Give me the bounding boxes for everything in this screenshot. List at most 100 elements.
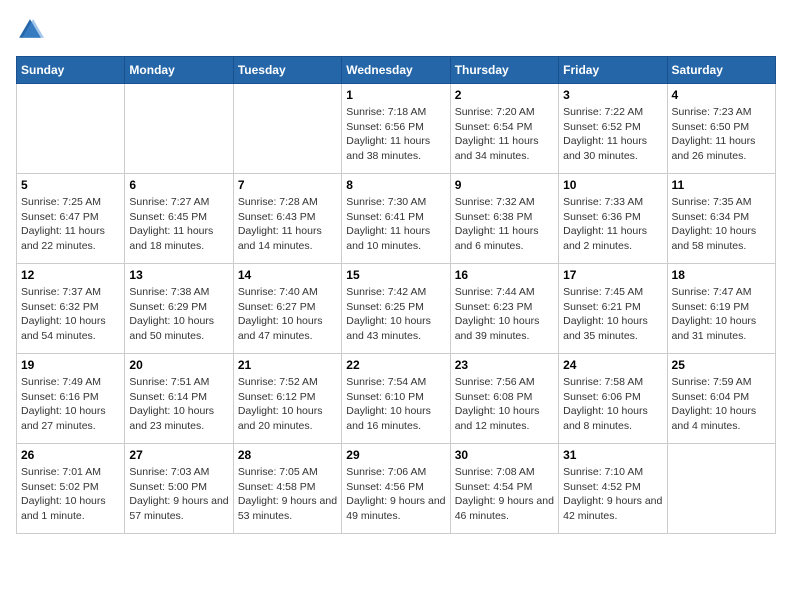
day-content: Sunrise: 7:51 AM Sunset: 6:14 PM Dayligh… [129,375,228,434]
day-number: 1 [346,88,445,102]
calendar-cell: 11 Sunrise: 7:35 AM Sunset: 6:34 PM Dayli… [667,174,775,264]
day-number: 8 [346,178,445,192]
day-content: Sunrise: 7:44 AM Sunset: 6:23 PM Dayligh… [455,285,554,344]
calendar-cell [667,444,775,534]
calendar-cell: 26 Sunrise: 7:01 AM Sunset: 5:02 PM Dayli… [17,444,125,534]
calendar-cell: 4 Sunrise: 7:23 AM Sunset: 6:50 PM Daylig… [667,84,775,174]
day-number: 29 [346,448,445,462]
calendar-cell [17,84,125,174]
day-content: Sunrise: 7:45 AM Sunset: 6:21 PM Dayligh… [563,285,662,344]
calendar-cell: 20Sunrise: 7:51 AM Sunset: 6:14 PM Dayli… [125,354,233,444]
day-content: Sunrise: 7:56 AM Sunset: 6:08 PM Dayligh… [455,375,554,434]
day-content: Sunrise: 7:30 AM Sunset: 6:41 PM Dayligh… [346,195,445,254]
calendar-cell: 31 Sunrise: 7:10 AM Sunset: 4:52 PM Dayli… [559,444,667,534]
calendar-cell: 27 Sunrise: 7:03 AM Sunset: 5:00 PM Dayli… [125,444,233,534]
day-content: Sunrise: 7:35 AM Sunset: 6:34 PM Dayligh… [672,195,771,254]
week-row-5: 26 Sunrise: 7:01 AM Sunset: 5:02 PM Dayli… [17,444,776,534]
day-number: 23 [455,358,554,372]
calendar-cell: 1 Sunrise: 7:18 AM Sunset: 6:56 PM Daylig… [342,84,450,174]
calendar-cell [125,84,233,174]
week-row-1: 1 Sunrise: 7:18 AM Sunset: 6:56 PM Daylig… [17,84,776,174]
header-day-saturday: Saturday [667,57,775,84]
day-content: Sunrise: 7:38 AM Sunset: 6:29 PM Dayligh… [129,285,228,344]
calendar-cell: 25 Sunrise: 7:59 AM Sunset: 6:04 PM Dayli… [667,354,775,444]
header-day-monday: Monday [125,57,233,84]
day-content: Sunrise: 7:52 AM Sunset: 6:12 PM Dayligh… [238,375,337,434]
day-content: Sunrise: 7:33 AM Sunset: 6:36 PM Dayligh… [563,195,662,254]
calendar-cell: 18 Sunrise: 7:47 AM Sunset: 6:19 PM Dayli… [667,264,775,354]
day-content: Sunrise: 7:28 AM Sunset: 6:43 PM Dayligh… [238,195,337,254]
calendar-cell: 23 Sunrise: 7:56 AM Sunset: 6:08 PM Dayli… [450,354,558,444]
day-content: Sunrise: 7:20 AM Sunset: 6:54 PM Dayligh… [455,105,554,164]
day-content: Sunrise: 7:47 AM Sunset: 6:19 PM Dayligh… [672,285,771,344]
day-content: Sunrise: 7:40 AM Sunset: 6:27 PM Dayligh… [238,285,337,344]
day-number: 21 [238,358,337,372]
calendar-cell: 10 Sunrise: 7:33 AM Sunset: 6:36 PM Dayli… [559,174,667,264]
day-content: Sunrise: 7:42 AM Sunset: 6:25 PM Dayligh… [346,285,445,344]
day-content: Sunrise: 7:18 AM Sunset: 6:56 PM Dayligh… [346,105,445,164]
calendar-cell: 6 Sunrise: 7:27 AM Sunset: 6:45 PM Daylig… [125,174,233,264]
calendar-table: SundayMondayTuesdayWednesdayThursdayFrid… [16,56,776,534]
calendar-cell: 13 Sunrise: 7:38 AM Sunset: 6:29 PM Dayli… [125,264,233,354]
day-number: 6 [129,178,228,192]
week-row-3: 12Sunrise: 7:37 AM Sunset: 6:32 PM Dayli… [17,264,776,354]
day-number: 31 [563,448,662,462]
day-content: Sunrise: 7:37 AM Sunset: 6:32 PM Dayligh… [21,285,120,344]
day-content: Sunrise: 7:08 AM Sunset: 4:54 PM Dayligh… [455,465,554,524]
day-number: 14 [238,268,337,282]
day-number: 4 [672,88,771,102]
header-day-thursday: Thursday [450,57,558,84]
calendar-cell: 29 Sunrise: 7:06 AM Sunset: 4:56 PM Dayli… [342,444,450,534]
calendar-cell: 24Sunrise: 7:58 AM Sunset: 6:06 PM Dayli… [559,354,667,444]
day-number: 15 [346,268,445,282]
day-number: 18 [672,268,771,282]
calendar-header: SundayMondayTuesdayWednesdayThursdayFrid… [17,57,776,84]
calendar-cell: 28Sunrise: 7:05 AM Sunset: 4:58 PM Dayli… [233,444,341,534]
calendar-cell: 2 Sunrise: 7:20 AM Sunset: 6:54 PM Daylig… [450,84,558,174]
logo-icon [16,16,44,44]
day-number: 16 [455,268,554,282]
day-content: Sunrise: 7:59 AM Sunset: 6:04 PM Dayligh… [672,375,771,434]
calendar-cell: 8 Sunrise: 7:30 AM Sunset: 6:41 PM Daylig… [342,174,450,264]
calendar-cell: 17 Sunrise: 7:45 AM Sunset: 6:21 PM Dayli… [559,264,667,354]
day-content: Sunrise: 7:25 AM Sunset: 6:47 PM Dayligh… [21,195,120,254]
day-content: Sunrise: 7:10 AM Sunset: 4:52 PM Dayligh… [563,465,662,524]
day-content: Sunrise: 7:23 AM Sunset: 6:50 PM Dayligh… [672,105,771,164]
header-day-tuesday: Tuesday [233,57,341,84]
day-number: 9 [455,178,554,192]
header-day-friday: Friday [559,57,667,84]
calendar-cell: 21 Sunrise: 7:52 AM Sunset: 6:12 PM Dayli… [233,354,341,444]
day-content: Sunrise: 7:32 AM Sunset: 6:38 PM Dayligh… [455,195,554,254]
day-number: 27 [129,448,228,462]
calendar-cell: 22Sunrise: 7:54 AM Sunset: 6:10 PM Dayli… [342,354,450,444]
day-number: 25 [672,358,771,372]
header-day-sunday: Sunday [17,57,125,84]
day-content: Sunrise: 7:54 AM Sunset: 6:10 PM Dayligh… [346,375,445,434]
day-content: Sunrise: 7:49 AM Sunset: 6:16 PM Dayligh… [21,375,120,434]
day-content: Sunrise: 7:01 AM Sunset: 5:02 PM Dayligh… [21,465,120,524]
day-number: 2 [455,88,554,102]
day-number: 13 [129,268,228,282]
calendar-cell: 7 Sunrise: 7:28 AM Sunset: 6:43 PM Daylig… [233,174,341,264]
day-number: 26 [21,448,120,462]
calendar-cell: 30Sunrise: 7:08 AM Sunset: 4:54 PM Dayli… [450,444,558,534]
day-number: 7 [238,178,337,192]
calendar-cell: 12Sunrise: 7:37 AM Sunset: 6:32 PM Dayli… [17,264,125,354]
day-content: Sunrise: 7:22 AM Sunset: 6:52 PM Dayligh… [563,105,662,164]
day-content: Sunrise: 7:06 AM Sunset: 4:56 PM Dayligh… [346,465,445,524]
day-number: 17 [563,268,662,282]
day-number: 10 [563,178,662,192]
day-content: Sunrise: 7:03 AM Sunset: 5:00 PM Dayligh… [129,465,228,524]
day-number: 3 [563,88,662,102]
week-row-2: 5 Sunrise: 7:25 AM Sunset: 6:47 PM Daylig… [17,174,776,264]
day-number: 19 [21,358,120,372]
day-content: Sunrise: 7:58 AM Sunset: 6:06 PM Dayligh… [563,375,662,434]
day-number: 5 [21,178,120,192]
calendar-cell: 16 Sunrise: 7:44 AM Sunset: 6:23 PM Dayli… [450,264,558,354]
calendar-cell: 19 Sunrise: 7:49 AM Sunset: 6:16 PM Dayli… [17,354,125,444]
calendar-cell: 14 Sunrise: 7:40 AM Sunset: 6:27 PM Dayli… [233,264,341,354]
day-content: Sunrise: 7:27 AM Sunset: 6:45 PM Dayligh… [129,195,228,254]
calendar-cell: 9 Sunrise: 7:32 AM Sunset: 6:38 PM Daylig… [450,174,558,264]
day-number: 11 [672,178,771,192]
calendar-cell: 15 Sunrise: 7:42 AM Sunset: 6:25 PM Dayli… [342,264,450,354]
